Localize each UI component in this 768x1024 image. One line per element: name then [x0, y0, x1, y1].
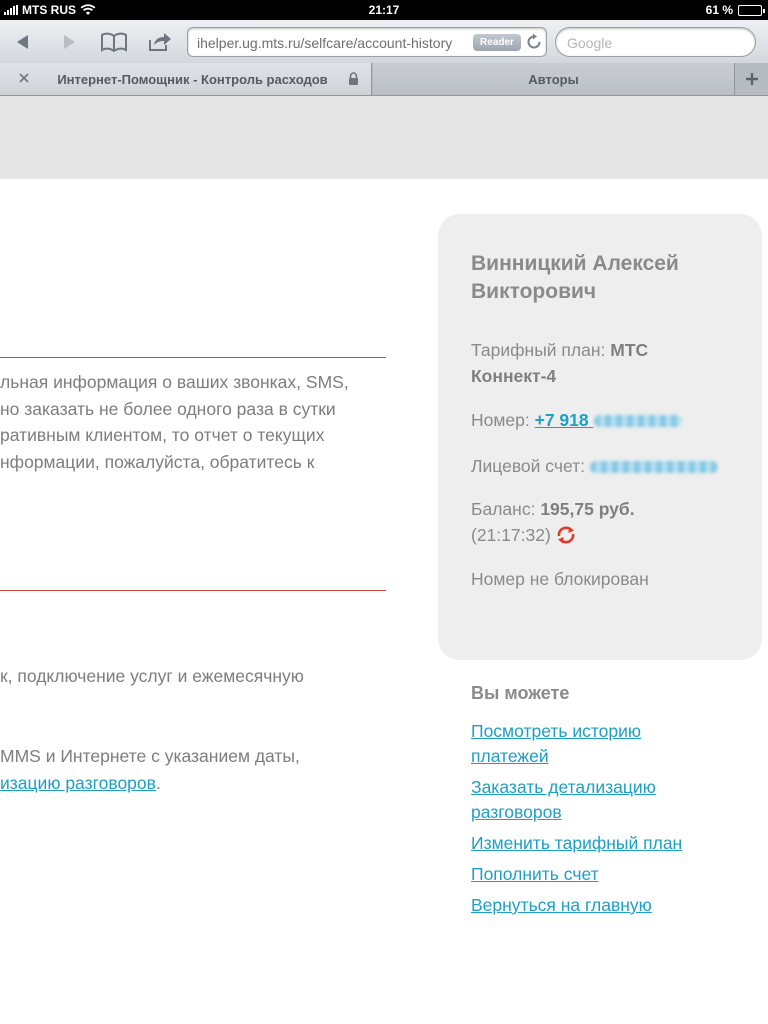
status-time: 21:17: [368, 3, 400, 17]
bookmarks-book-icon: [101, 32, 127, 52]
paragraph-line: нформации, пожалуйста, обратитесь к: [0, 451, 315, 472]
paragraph-line: изацию разговоров.: [0, 770, 386, 797]
battery-icon: [738, 4, 765, 16]
reader-button[interactable]: Reader: [473, 34, 521, 51]
paragraph-tail: .: [155, 772, 161, 793]
detailing-paragraph: льная информация о ваших звонках, SMS, н…: [0, 369, 386, 475]
subscriber-name-line: Викторович: [471, 280, 597, 303]
balance-time: (21:17:32): [471, 525, 551, 545]
link-line: Заказать детализацию: [471, 777, 656, 797]
page-header-band: [0, 96, 768, 179]
back-button[interactable]: [8, 29, 38, 55]
share-button[interactable]: [145, 29, 175, 55]
section-divider: [0, 590, 386, 591]
services-paragraph: к, подключение услуг и ежемесячную: [0, 663, 386, 690]
account-number-link[interactable]: [589, 456, 718, 476]
balance-value: 195,75 руб.: [540, 499, 635, 519]
refresh-icon[interactable]: [555, 526, 577, 544]
tab-bar: Интернет-Помощник - Контроль расходов Ав…: [0, 63, 768, 96]
order-detailing-link[interactable]: Заказать детализацию разговоров: [471, 775, 731, 825]
tab-authors[interactable]: Авторы: [373, 63, 735, 95]
lock-icon: [349, 72, 358, 85]
battery-percent: 61 %: [705, 3, 733, 17]
url-field[interactable]: ihelper.ug.mts.ru/selfcare/account-histo…: [187, 27, 547, 57]
account-number-info: Лицевой счет:: [471, 453, 761, 479]
subscriber-name-line: Винницкий Алексей: [471, 252, 679, 275]
account-card: Винницкий Алексей Викторович Тарифный пл…: [438, 214, 762, 660]
forward-arrow-icon: [64, 35, 75, 49]
paragraph-line: ративным клиентом, то отчет о текущих: [0, 425, 325, 445]
change-tariff-link[interactable]: Изменить тарифный план: [471, 831, 731, 856]
share-icon: [149, 33, 171, 51]
new-tab-button[interactable]: [736, 63, 768, 95]
number-label: Номер:: [471, 410, 530, 430]
tariff-value: МТС: [610, 340, 649, 360]
tariff-value: Коннект-4: [471, 366, 557, 386]
link-line: платежей: [471, 746, 549, 766]
section-divider: [0, 357, 386, 358]
phone-number-link[interactable]: +7 918: [535, 410, 682, 430]
payment-history-link[interactable]: Посмотреть историю платежей: [471, 719, 731, 769]
tab-title: Интернет-Помощник - Контроль расходов: [57, 72, 328, 87]
paragraph-line: но заказать не более одного раза в сутки: [0, 398, 336, 419]
search-input[interactable]: Google: [555, 27, 756, 57]
back-to-home-link[interactable]: Вернуться на главную: [471, 893, 731, 918]
redacted-number: [593, 415, 682, 428]
forward-button[interactable]: [54, 29, 84, 55]
link-line: Посмотреть историю: [471, 721, 642, 741]
tariff-info: Тарифный план: МТС Коннект-4: [471, 337, 761, 389]
account-label: Лицевой счет:: [471, 456, 585, 476]
search-placeholder: Google: [567, 35, 613, 51]
tab-selfcare[interactable]: Интернет-Помощник - Контроль расходов: [0, 63, 372, 95]
tab-title: Авторы: [528, 72, 579, 87]
main-content: льная информация о ваших звонках, SMS, н…: [0, 179, 420, 1024]
subscriber-name: Винницкий Алексей Викторович: [471, 250, 741, 306]
link-line: разговоров: [471, 802, 562, 822]
phone-number-value: +7 918: [534, 410, 589, 430]
status-right: 61 %: [705, 3, 765, 17]
number-status: Номер не блокирован: [471, 569, 649, 589]
close-tab-icon[interactable]: [17, 71, 31, 85]
tariff-label: Тарифный план:: [471, 340, 606, 360]
plus-icon: [746, 73, 758, 85]
redacted-account: [589, 461, 718, 474]
paragraph-line: льная информация о ваших звонках, SMS,: [0, 372, 349, 392]
calls-paragraph: MMS и Интернете с указанием даты, изацию…: [0, 743, 386, 796]
paragraph-line: MMS и Интернете с указанием даты,: [0, 746, 300, 766]
bookmarks-button[interactable]: [99, 29, 129, 55]
phone-number-info: Номер: +7 918: [471, 407, 761, 433]
status-bar: MTS RUS 21:17 61 %: [0, 0, 768, 20]
paragraph-line: к, подключение услуг и ежемесячную: [0, 666, 304, 686]
back-arrow-icon: [17, 35, 28, 49]
balance-label: Баланс:: [471, 499, 536, 519]
browser-toolbar: ihelper.ug.mts.ru/selfcare/account-histo…: [0, 20, 768, 63]
url-text[interactable]: ihelper.ug.mts.ru/selfcare/account-histo…: [197, 35, 465, 51]
reload-icon[interactable]: [525, 33, 543, 51]
top-up-account-link[interactable]: Пополнить счет: [471, 862, 731, 887]
order-detailing-inline-link[interactable]: изацию разговоров: [0, 773, 156, 793]
balance-info: Баланс: 195,75 руб. (21:17:32): [471, 496, 761, 548]
actions-title: Вы можете: [471, 683, 570, 703]
